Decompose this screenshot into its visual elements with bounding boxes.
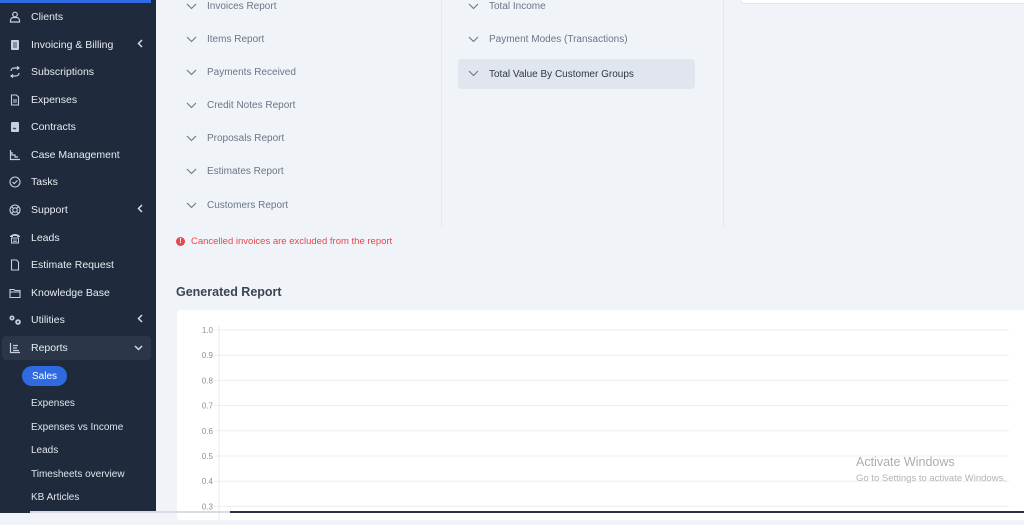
report-link-label: Customers Report — [207, 200, 289, 211]
notice-text: Cancelled invoices are excluded from the… — [191, 236, 393, 247]
check-circle-icon — [8, 175, 22, 189]
sidebar-item-reports[interactable]: Reports — [2, 336, 151, 360]
report-link-label: Items Report — [207, 34, 265, 45]
chevron-down-icon — [468, 35, 480, 45]
sub-item-expenses-vs-income[interactable]: Expenses vs Income — [31, 422, 123, 433]
report-link-label: Payments Received — [207, 67, 296, 78]
report-link-total-income[interactable]: Total Income — [468, 1, 546, 12]
sidebar-item-label: Knowledge Base — [31, 287, 110, 299]
sidebar-item-label: Invoicing & Billing — [31, 39, 114, 51]
report-link-items-report[interactable]: Items Report — [186, 34, 264, 45]
y-tick-label: 0.4 — [202, 477, 214, 486]
y-tick-label: 0.8 — [202, 376, 214, 385]
sidebar-item-expenses[interactable]: Expenses — [0, 88, 151, 112]
sidebar-item-label: Contracts — [31, 121, 76, 133]
chevron-down-icon — [134, 342, 143, 354]
report-link-label: Total Value By Customer Groups — [489, 68, 634, 80]
report-link-label: Total Income — [489, 1, 546, 12]
sidebar-item-subscriptions[interactable]: Subscriptions — [0, 60, 151, 84]
alert-icon: ! — [176, 237, 185, 246]
sidebar-item-label: Leads — [31, 232, 60, 244]
sub-item-timesheets[interactable]: Timesheets overview — [31, 469, 125, 480]
sidebar-item-label: Subscriptions — [31, 66, 95, 78]
sub-item-leads[interactable]: Leads — [31, 445, 58, 456]
y-tick-label: 0.6 — [202, 427, 214, 436]
sidebar-item-utilities[interactable]: Utilities — [0, 308, 151, 332]
report-link-label: Estimates Report — [207, 166, 284, 177]
column-divider — [441, 0, 442, 226]
repeat-icon — [8, 65, 22, 79]
sidebar-item-leads[interactable]: Leads — [0, 226, 151, 250]
generated-report-title: Generated Report — [176, 285, 282, 299]
chart-steps-icon — [8, 148, 22, 162]
sidebar-item-label: Utilities — [31, 314, 65, 326]
sub-item-kb-articles[interactable]: KB Articles — [31, 492, 79, 503]
y-tick-label: 1.0 — [202, 326, 214, 335]
chevron-down-icon — [186, 101, 198, 111]
sidebar-item-label: Reports — [31, 342, 68, 354]
report-link-proposals-report[interactable]: Proposals Report — [186, 133, 284, 144]
report-link-credit-notes-report[interactable]: Credit Notes Report — [186, 100, 295, 111]
report-link-customers-report[interactable]: Customers Report — [186, 200, 288, 211]
sidebar-item-label: Expenses — [31, 94, 78, 106]
chevron-down-icon — [186, 35, 198, 45]
chevron-left-icon — [137, 314, 143, 326]
report-link-label: Payment Modes (Transactions) — [489, 34, 628, 45]
gears-icon — [8, 313, 22, 327]
sidebar-item-label: Tasks — [31, 176, 58, 188]
contract-icon — [8, 120, 22, 134]
sub-item-sales[interactable]: Sales — [22, 366, 67, 386]
report-link-payments-received[interactable]: Payments Received — [186, 67, 296, 78]
sidebar-item-label: Clients — [31, 11, 64, 23]
chevron-down-icon — [186, 68, 198, 78]
report-link-total-value-by-customer-groups[interactable]: Total Value By Customer Groups — [458, 59, 695, 89]
report-link-label: Invoices Report — [207, 1, 277, 12]
file-text-icon — [8, 93, 22, 107]
chevron-down-icon — [186, 201, 198, 211]
folder-icon — [8, 286, 22, 300]
sidebar-item-label: Estimate Request — [31, 259, 114, 271]
sidebar-item-case-management[interactable]: Case Management — [0, 143, 151, 167]
cancelled-invoices-notice: ! Cancelled invoices are excluded from t… — [176, 236, 392, 247]
user-icon — [8, 10, 22, 24]
sidebar-item-tasks[interactable]: Tasks — [0, 170, 151, 194]
report-link-invoices-report[interactable]: Invoices Report — [186, 1, 276, 12]
sub-item-expenses[interactable]: Expenses — [31, 398, 75, 409]
report-link-label: Proposals Report — [207, 133, 285, 144]
sidebar-item-support[interactable]: Support — [0, 198, 151, 222]
chevron-down-icon — [468, 2, 480, 12]
bar-chart-icon — [8, 341, 22, 355]
line-chart: 1.00.90.80.70.60.50.40.3 — [202, 326, 1009, 520]
chevron-left-icon — [137, 204, 143, 216]
report-link-estimates-report[interactable]: Estimates Report — [186, 166, 284, 177]
report-link-label: Credit Notes Report — [207, 100, 296, 111]
chevron-left-icon — [137, 39, 143, 51]
chevron-down-icon — [186, 2, 198, 12]
file-icon — [8, 258, 22, 272]
chevron-down-icon — [186, 167, 198, 177]
column-divider — [723, 0, 724, 228]
sidebar-item-label: Support — [31, 204, 68, 216]
sidebar-item-clients[interactable]: Clients — [0, 5, 151, 29]
activate-windows-subtitle: Go to Settings to activate Windows. — [856, 473, 1006, 484]
activate-windows-title: Activate Windows — [856, 455, 955, 469]
sidebar: Clients Invoicing & Billing Subscriptions E… — [0, 0, 156, 513]
chart-card: 1.0 0.9 0.8 0.7 0.6 0.5 0.4 0.3 — [177, 310, 1024, 520]
y-tick-label: 0.5 — [202, 452, 214, 461]
lifebuoy-icon — [8, 203, 22, 217]
sidebar-item-knowledge-base[interactable]: Knowledge Base — [0, 281, 151, 305]
filter-card — [740, 0, 1024, 4]
receipt-icon — [8, 38, 22, 52]
chevron-down-icon — [186, 134, 198, 144]
chevron-down-icon — [468, 69, 480, 79]
active-indicator-bar — [0, 0, 151, 3]
sidebar-item-estimate-request[interactable]: Estimate Request — [0, 253, 151, 277]
y-tick-label: 0.9 — [202, 351, 214, 360]
sidebar-item-contracts[interactable]: Contracts — [0, 115, 151, 139]
sidebar-item-invoicing-billing[interactable]: Invoicing & Billing — [0, 33, 151, 57]
phone-icon — [8, 231, 22, 245]
report-link-payment-modes-transactions[interactable]: Payment Modes (Transactions) — [468, 34, 628, 45]
y-tick-label: 0.7 — [202, 402, 214, 411]
sidebar-item-label: Case Management — [31, 149, 120, 161]
